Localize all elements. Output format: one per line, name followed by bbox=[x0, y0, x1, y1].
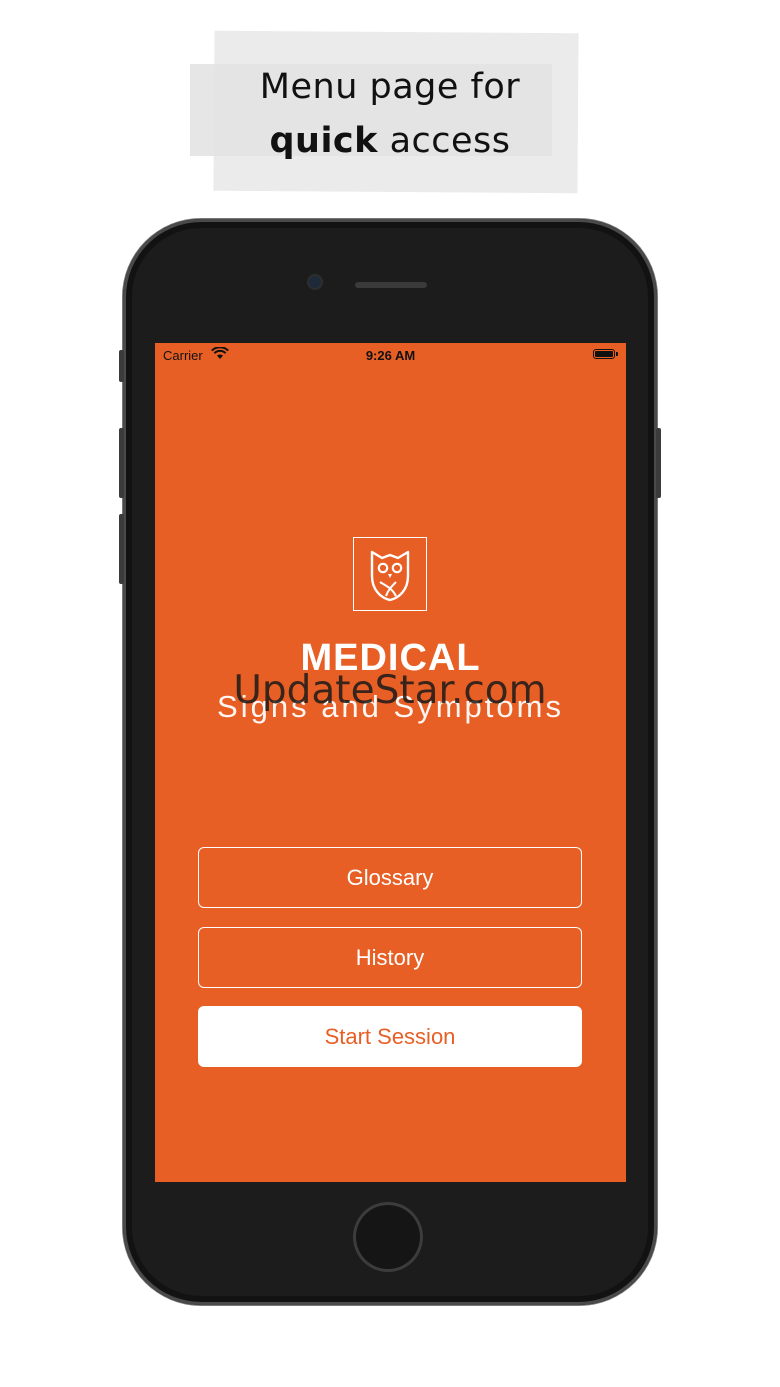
owl-logo-frame bbox=[353, 537, 427, 611]
caption-line-2: quick access bbox=[0, 114, 780, 168]
caption-text: Menu page for quick access bbox=[0, 60, 780, 168]
battery-icon bbox=[593, 349, 618, 359]
caption-line-1: Menu page for bbox=[259, 67, 521, 107]
front-camera bbox=[309, 276, 321, 288]
glossary-button[interactable]: Glossary bbox=[198, 847, 582, 908]
volume-down-button bbox=[119, 514, 124, 584]
history-button[interactable]: History bbox=[198, 927, 582, 988]
home-button[interactable] bbox=[353, 1202, 423, 1272]
caption-bold-word: quick bbox=[269, 121, 378, 161]
mute-switch bbox=[119, 350, 124, 382]
start-session-button[interactable]: Start Session bbox=[198, 1006, 582, 1067]
caption-banner: Menu page for quick access bbox=[0, 0, 780, 210]
app-screen: Carrier 9:26 AM MEDICAL Signs and Sympto… bbox=[155, 343, 626, 1182]
power-button bbox=[656, 428, 661, 498]
status-bar: Carrier 9:26 AM bbox=[155, 343, 626, 367]
caption-rest: access bbox=[377, 121, 511, 161]
watermark-text: UpdateStar.com bbox=[233, 668, 547, 713]
status-time: 9:26 AM bbox=[365, 348, 416, 363]
volume-up-button bbox=[119, 428, 124, 498]
earpiece-speaker bbox=[355, 282, 427, 288]
